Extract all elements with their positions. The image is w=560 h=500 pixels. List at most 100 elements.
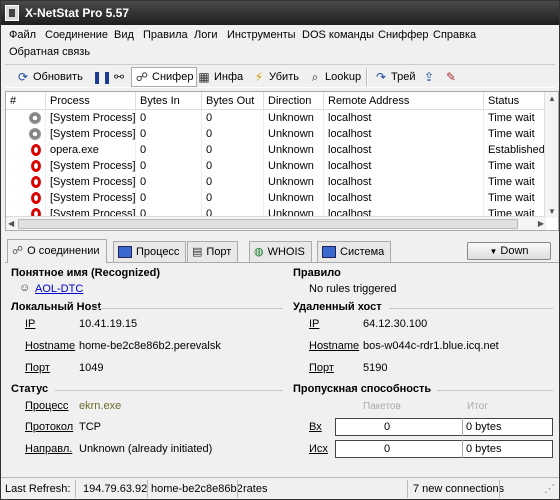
refresh-button[interactable]: ⟳ Обновить bbox=[13, 67, 86, 87]
packets-column-head: Пакетов bbox=[363, 401, 401, 412]
remote-ip-label: IP bbox=[309, 318, 320, 330]
remote-hostname-value: bos-w044c-rdr1.blue.icq.net bbox=[363, 340, 499, 352]
rule-value: No rules triggered bbox=[309, 283, 397, 295]
local-host-heading: Локальный Host bbox=[11, 301, 102, 313]
scroll-left-arrow-icon[interactable]: ◀ bbox=[8, 219, 14, 228]
statusbar-separator bbox=[147, 480, 148, 498]
table-row[interactable]: opera.exe 0 0 Unknown localhost Establis… bbox=[6, 142, 546, 158]
down-arrow-icon: ▼ bbox=[489, 247, 498, 256]
connection-tab-icon: ☍ bbox=[12, 245, 24, 257]
table-row[interactable]: [System Process] 0 0 Unknown localhost T… bbox=[6, 126, 546, 142]
horizontal-scrollbar[interactable]: ◀ ▶ bbox=[6, 216, 546, 230]
opera-icon bbox=[31, 192, 41, 204]
down-button[interactable]: ▼ Down bbox=[467, 242, 551, 260]
horizontal-scroll-thumb[interactable] bbox=[18, 219, 518, 229]
cell-bytes-out: 0 bbox=[202, 110, 264, 126]
throughput-heading: Пропускная способность bbox=[293, 383, 432, 395]
local-ip-status: 194.79.63.92 bbox=[83, 483, 148, 495]
info-button[interactable]: ▦ Инфа bbox=[194, 67, 246, 87]
connections-status: 7 new connections bbox=[413, 483, 505, 495]
col-bytes-in[interactable]: Bytes In bbox=[136, 92, 202, 110]
cell-remote: localhost bbox=[324, 110, 484, 126]
pin-button[interactable]: ✎ bbox=[441, 67, 461, 87]
divider bbox=[389, 308, 553, 309]
menu-connection[interactable]: Соединение bbox=[45, 27, 108, 44]
local-ip-value: 10.41.19.15 bbox=[79, 318, 138, 330]
vertical-scrollbar[interactable]: ▲ ▼ bbox=[544, 92, 558, 218]
table-row[interactable]: [System Process] 0 0 Unknown localhost T… bbox=[6, 174, 546, 190]
menu-help[interactable]: Справка bbox=[433, 27, 476, 44]
direction-value: Unknown (already initiated) bbox=[79, 443, 213, 455]
cell-remote: localhost bbox=[324, 158, 484, 174]
cell-remote: localhost bbox=[324, 190, 484, 206]
col-remote-address[interactable]: Remote Address bbox=[324, 92, 484, 110]
rates-status: rates bbox=[243, 483, 268, 495]
col-bytes-out[interactable]: Bytes Out bbox=[202, 92, 264, 110]
cell-direction: Unknown bbox=[264, 142, 324, 158]
col-status[interactable]: Status bbox=[484, 92, 546, 110]
magnifier-icon: ⌕ bbox=[311, 70, 319, 84]
menu-logs[interactable]: Логи bbox=[194, 27, 218, 44]
scroll-up-arrow-icon[interactable]: ▲ bbox=[548, 94, 556, 103]
kill-button[interactable]: ⚡ Убить bbox=[249, 67, 302, 87]
down-button-label: Down bbox=[500, 245, 529, 257]
tab-port[interactable]: ▤ Порт bbox=[187, 241, 239, 262]
process-value[interactable]: ekrn.exe bbox=[79, 400, 121, 412]
tab-whois[interactable]: ◍ WHOIS bbox=[249, 241, 312, 262]
menu-view[interactable]: Вид bbox=[114, 27, 134, 44]
connection-details-panel: Понятное имя (Recognized) ☺ AOL-DTC Прав… bbox=[5, 263, 559, 463]
tray-icon: ↷ bbox=[375, 70, 387, 84]
menu-file[interactable]: Файл bbox=[9, 27, 36, 44]
sniffer-icon: ☍ bbox=[135, 70, 149, 84]
sniffer-button[interactable]: ☍ Снифер bbox=[131, 67, 198, 87]
remote-host-heading: Удаленный хост bbox=[293, 301, 382, 313]
tab-connection-label: О соединении bbox=[27, 245, 100, 257]
pause-button[interactable]: ❚❚ bbox=[89, 67, 112, 87]
cell-bytes-out: 0 bbox=[202, 126, 264, 142]
tab-system[interactable]: Система bbox=[317, 241, 392, 262]
lookup-button[interactable]: ⌕ Lookup bbox=[305, 67, 364, 87]
cell-status: Time wait bbox=[488, 128, 535, 140]
tab-connection[interactable]: ☍ О соединении bbox=[7, 239, 107, 263]
binoculars-icon: ⚯ bbox=[113, 70, 125, 84]
menu-dos-commands[interactable]: DOS команды bbox=[302, 27, 374, 44]
system-process-icon bbox=[29, 112, 41, 124]
statusbar-separator bbox=[499, 480, 500, 498]
table-row[interactable]: [System Process] 0 0 Unknown localhost T… bbox=[6, 158, 546, 174]
tab-process[interactable]: Процесс bbox=[113, 241, 187, 262]
friendly-name-link[interactable]: AOL-DTC bbox=[35, 283, 83, 295]
globe-icon: ◍ bbox=[254, 245, 264, 258]
toolbar-separator bbox=[366, 68, 368, 86]
menu-rules[interactable]: Правила bbox=[143, 27, 188, 44]
sniffer-label: Снифер bbox=[152, 71, 194, 83]
process-label: Процесс bbox=[25, 400, 69, 412]
menu-bar: Файл Соединение Вид Правила Логи Инструм… bbox=[1, 25, 559, 63]
menu-tools[interactable]: Инструменты bbox=[227, 27, 296, 44]
window-title: X-NetStat Pro 5.57 bbox=[25, 6, 130, 20]
table-row[interactable]: [System Process] 0 0 Unknown localhost T… bbox=[6, 110, 546, 126]
lightning-icon: ⚡ bbox=[254, 70, 264, 84]
local-ip-label: IP bbox=[25, 318, 36, 330]
menu-sniffer[interactable]: Сниффер bbox=[378, 27, 429, 44]
cell-status: Time wait bbox=[488, 160, 535, 172]
scroll-right-arrow-icon[interactable]: ▶ bbox=[538, 219, 544, 228]
menu-feedback[interactable]: Обратная связь bbox=[9, 44, 90, 61]
local-hostname-label: Hostname bbox=[25, 340, 76, 352]
app-icon[interactable] bbox=[5, 5, 19, 21]
table-row[interactable]: [System Process] 0 0 Unknown localhost T… bbox=[6, 190, 546, 206]
remote-port-label: Порт bbox=[309, 362, 334, 374]
scroll-down-arrow-icon[interactable]: ▼ bbox=[548, 207, 556, 216]
system-window-icon bbox=[322, 246, 336, 258]
tray-button[interactable]: ↷ Трей bbox=[371, 67, 418, 87]
lookup-label: Lookup bbox=[325, 71, 362, 83]
resize-grip-icon[interactable]: ⋰ bbox=[544, 481, 555, 497]
local-port-value: 1049 bbox=[79, 362, 104, 374]
tab-port-label: Порт bbox=[206, 245, 232, 258]
col-number[interactable]: # bbox=[6, 92, 46, 110]
cell-process: [System Process] bbox=[46, 158, 136, 174]
export-button[interactable]: ⇪ bbox=[419, 67, 439, 87]
col-direction[interactable]: Direction bbox=[264, 92, 324, 110]
cell-direction: Unknown bbox=[264, 190, 324, 206]
binoculars-button[interactable]: ⚯ bbox=[109, 67, 129, 87]
col-process[interactable]: Process bbox=[46, 92, 136, 110]
